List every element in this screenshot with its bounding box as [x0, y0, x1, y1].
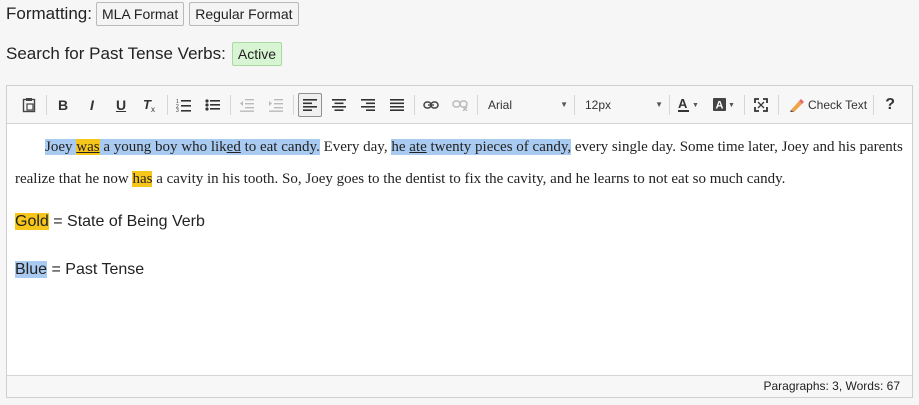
- align-center-icon[interactable]: [327, 93, 351, 117]
- chevron-down-icon: ▼: [655, 100, 663, 109]
- check-text-label: Check Text: [808, 97, 868, 112]
- toolbar-divider: [574, 94, 575, 115]
- text-segment: ate: [409, 139, 427, 155]
- chevron-down-icon: ▼: [560, 100, 568, 109]
- svg-text:x: x: [151, 105, 155, 113]
- toolbar-divider: [230, 94, 231, 115]
- link-icon[interactable]: [419, 93, 443, 117]
- italic-icon[interactable]: I: [80, 93, 104, 117]
- toolbar-divider: [778, 94, 779, 115]
- paste-icon[interactable]: [17, 93, 41, 117]
- legend-blue: Blue = Past Tense: [15, 259, 903, 281]
- font-family-dropdown[interactable]: Arial ▼: [482, 93, 574, 117]
- underline-icon[interactable]: U: [109, 93, 133, 117]
- align-left-icon[interactable]: [298, 92, 322, 117]
- text-segment: he: [391, 139, 410, 155]
- mla-format-button[interactable]: MLA Format: [95, 2, 185, 26]
- help-icon[interactable]: ?: [878, 93, 902, 117]
- toolbar-divider: [414, 94, 415, 115]
- bold-icon[interactable]: B: [51, 93, 75, 117]
- toolbar-divider: [873, 94, 875, 115]
- pencil-icon: [790, 98, 804, 112]
- svg-text:▼: ▼: [692, 102, 699, 109]
- align-right-icon[interactable]: [356, 93, 380, 117]
- toolbar-divider: [744, 94, 745, 115]
- toolbar-divider: [46, 94, 47, 115]
- font-family-value: Arial: [488, 97, 513, 112]
- svg-text:▼: ▼: [728, 102, 735, 109]
- toolbar-divider: [167, 94, 168, 115]
- numbered-list-icon[interactable]: 123: [172, 93, 196, 117]
- legend-gold: Gold = State of Being Verb: [15, 211, 903, 233]
- text-segment: a young boy who lik: [99, 139, 227, 155]
- text-segment: was: [76, 139, 100, 155]
- search-label: Search for Past Tense Verbs:: [6, 44, 226, 63]
- toolbar-divider: [669, 94, 670, 115]
- svg-text:3: 3: [176, 108, 179, 112]
- formatting-row: Formatting: MLA Format Regular Format: [6, 2, 304, 26]
- text-segment: to eat candy.: [240, 139, 320, 155]
- active-status-button[interactable]: Active: [231, 42, 282, 66]
- formatting-label: Formatting:: [6, 4, 92, 23]
- unlink-icon[interactable]: [448, 93, 472, 117]
- regular-format-button[interactable]: Regular Format: [189, 2, 299, 26]
- text-editor: B I U Tx 123 Arial ▼ 12px ▼ A ▼ A ▼ Chec…: [6, 85, 913, 398]
- word-count: Paragraphs: 3, Words: 67: [763, 379, 900, 393]
- fullscreen-icon[interactable]: [749, 93, 773, 117]
- text-segment: Every day,: [319, 139, 392, 155]
- blue-swatch-label: Blue: [15, 261, 48, 278]
- text-segment: a cavity in his tooth. So, Joey goes to …: [152, 171, 786, 187]
- text-segment: has: [132, 171, 153, 187]
- toolbar-divider: [477, 94, 478, 115]
- status-bar: Paragraphs: 3, Words: 67: [7, 375, 912, 397]
- bullet-list-icon[interactable]: [201, 93, 225, 117]
- font-size-dropdown[interactable]: 12px ▼: [579, 93, 669, 117]
- editor-toolbar: B I U Tx 123 Arial ▼ 12px ▼ A ▼ A ▼ Chec…: [7, 86, 912, 124]
- search-row: Search for Past Tense Verbs: Active: [6, 42, 282, 66]
- text-segment: twenty pieces of candy,: [426, 139, 572, 155]
- indent-icon[interactable]: [264, 93, 288, 117]
- svg-text:A: A: [716, 99, 724, 111]
- background-color-icon[interactable]: A ▼: [709, 93, 739, 117]
- font-size-value: 12px: [585, 97, 612, 112]
- svg-text:A: A: [678, 97, 688, 111]
- blue-legend-text: = Past Tense: [47, 261, 145, 278]
- check-text-button[interactable]: Check Text: [783, 93, 873, 117]
- gold-legend-text: = State of Being Verb: [48, 213, 205, 230]
- justify-icon[interactable]: [385, 93, 409, 117]
- text-color-icon[interactable]: A ▼: [674, 93, 704, 117]
- story-paragraph: Joey was a young boy who liked to eat ca…: [15, 131, 903, 195]
- clear-formatting-icon[interactable]: Tx: [138, 93, 162, 117]
- text-segment: ed: [226, 139, 241, 155]
- editor-content[interactable]: Joey was a young boy who liked to eat ca…: [7, 125, 912, 376]
- outdent-icon[interactable]: [235, 93, 259, 117]
- toolbar-divider: [293, 94, 294, 115]
- gold-swatch-label: Gold: [15, 213, 49, 230]
- text-segment: Joey: [45, 139, 77, 155]
